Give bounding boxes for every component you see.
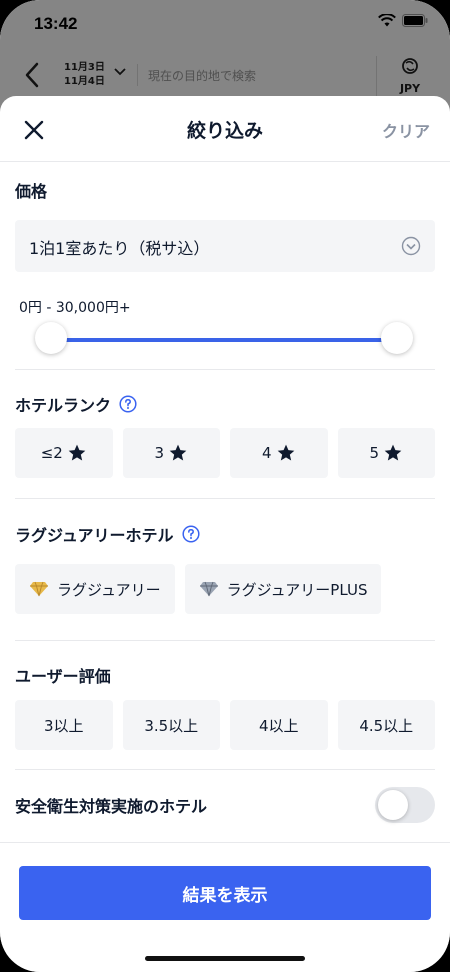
rating-option-label: 3.5以上 [144, 716, 199, 735]
star-icon [68, 444, 86, 461]
sheet-header: 絞り込み クリア [0, 96, 450, 162]
rank-option[interactable]: 5 [337, 428, 435, 478]
divider [15, 498, 435, 499]
rank-option[interactable]: 4 [230, 428, 328, 478]
price-slider-track[interactable] [51, 338, 397, 342]
user-rating-title: ユーザー評価 [15, 667, 111, 686]
rating-option[interactable]: 4以上 [230, 700, 328, 750]
silver-diamond-icon [199, 581, 218, 597]
divider [15, 769, 435, 770]
star-icon [384, 444, 402, 461]
divider [15, 640, 435, 641]
divider [0, 842, 450, 843]
help-icon[interactable] [182, 525, 200, 543]
rating-option[interactable]: 3以上 [15, 700, 113, 750]
rating-option[interactable]: 3.5以上 [122, 700, 220, 750]
price-range-label: 0円 - 30,000円+ [19, 300, 131, 316]
luxury-option[interactable]: ラグジュアリーPLUS [184, 564, 382, 614]
price-slider-min-handle[interactable] [35, 322, 67, 354]
rank-option[interactable]: 3 [122, 428, 220, 478]
rank-option-label: 5 [369, 444, 380, 462]
price-mode-select[interactable]: 1泊1室あたり（税サ込） [15, 220, 435, 272]
star-icon [277, 444, 294, 461]
rating-option-label: 3以上 [43, 716, 84, 735]
clear-button[interactable]: クリア [382, 118, 430, 142]
hotel-rank-title: ホテルランク [15, 396, 112, 415]
star-icon [169, 444, 187, 461]
filter-sheet: 絞り込み クリア 価格 1泊1室あたり（税サ込） 0円 - 30,000円+ ホ… [0, 96, 450, 972]
rating-option-label: 4.5以上 [359, 716, 414, 735]
rank-option[interactable]: ≤2 [15, 428, 113, 478]
luxury-section-title: ラグジュアリーホテル [15, 522, 200, 546]
price-slider-max-handle[interactable] [381, 322, 413, 354]
help-icon[interactable] [119, 395, 137, 413]
luxury-option-label: ラグジュアリーPLUS [226, 580, 368, 599]
luxury-options: ラグジュアリー ラグジュアリーPLUS [15, 564, 382, 614]
phone-screen: 13:42 11月3日 11月4日 現在の目的地で検索 JPY 絞り込み クリア… [0, 0, 450, 972]
rating-option[interactable]: 4.5以上 [337, 700, 435, 750]
price-mode-value: 1泊1室あたり（税サ込） [29, 239, 210, 258]
luxury-title: ラグジュアリーホテル [15, 526, 174, 545]
luxury-option-label: ラグジュアリー [57, 580, 161, 599]
safety-toggle[interactable] [375, 787, 435, 823]
rank-option-label: 4 [261, 444, 272, 462]
user-rating-section-title: ユーザー評価 [15, 663, 111, 687]
gold-diamond-icon [30, 581, 48, 597]
rating-option-label: 4以上 [258, 716, 299, 735]
safety-toggle-label: 安全衛生対策実施のホテル [15, 797, 208, 816]
user-rating-options: 3以上 3.5以上 4以上 4.5以上 [15, 700, 435, 750]
chevron-down-circle-icon [401, 236, 421, 256]
price-section-title: 価格 [15, 178, 47, 202]
show-results-button[interactable]: 結果を表示 [19, 866, 431, 920]
hotel-rank-section-title: ホテルランク [15, 392, 137, 416]
price-title: 価格 [15, 182, 48, 201]
rank-option-label: 3 [154, 444, 165, 462]
home-indicator [145, 956, 305, 961]
rank-option-label: ≤2 [40, 444, 63, 462]
hotel-rank-options: ≤2 3 4 5 [15, 428, 435, 478]
divider [15, 369, 435, 370]
luxury-option[interactable]: ラグジュアリー [15, 564, 175, 614]
toggle-knob [378, 790, 408, 820]
